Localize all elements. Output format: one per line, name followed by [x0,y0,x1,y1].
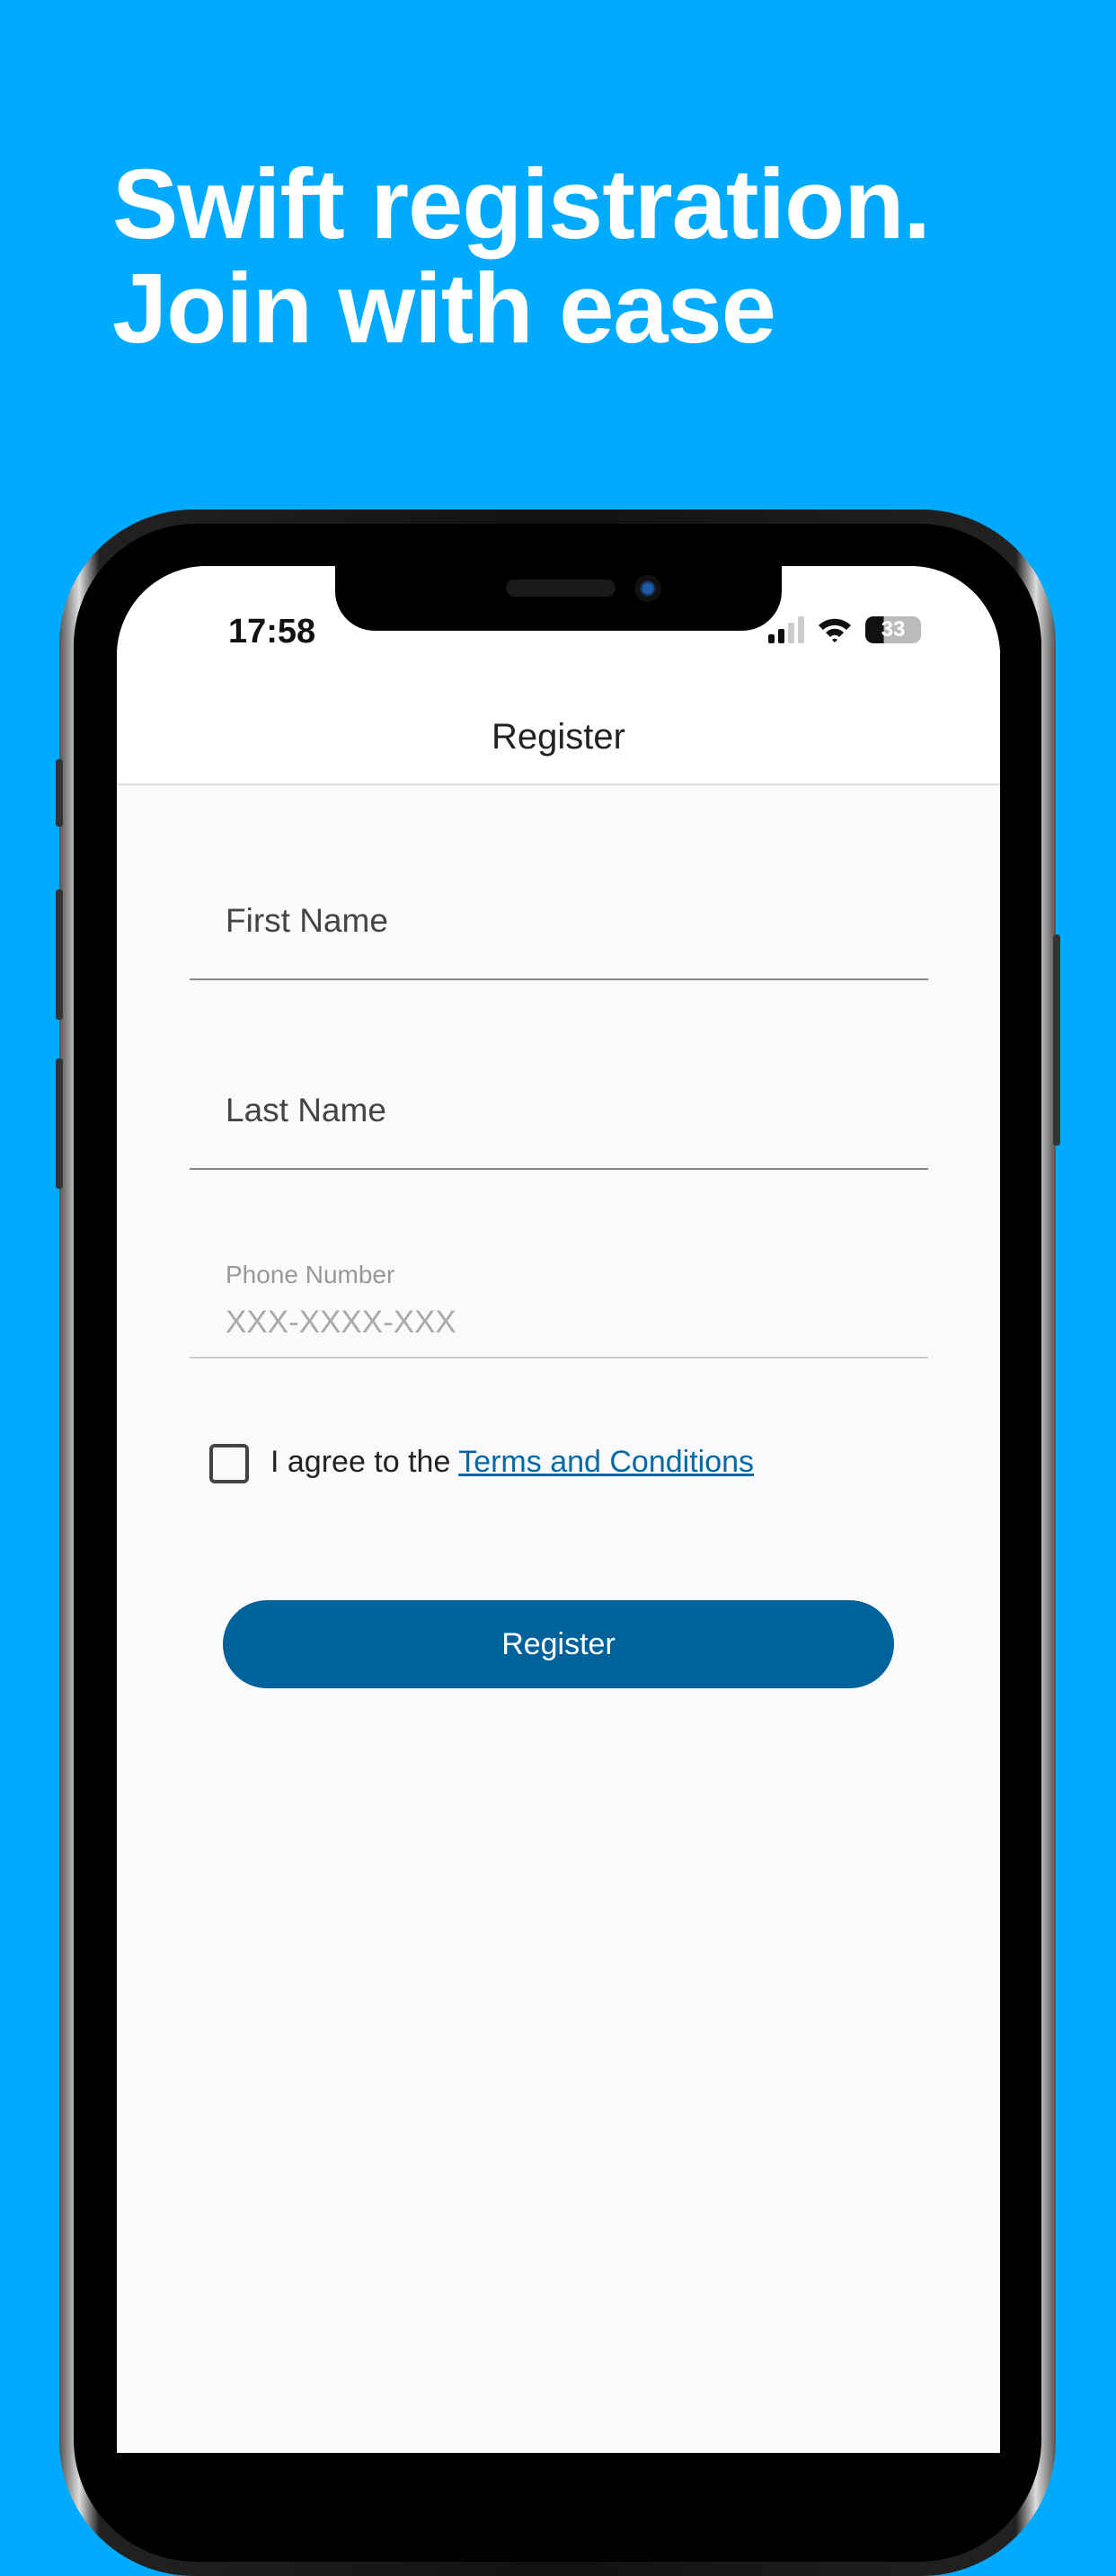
phone-number-field[interactable]: Phone Number XXX-XXXX-XXX [190,1249,928,1359]
headline: Swift registration. Join with ease [112,149,931,364]
first-name-field[interactable]: First Name [190,872,928,980]
status-time: 17:58 [228,613,316,651]
headline-line-2: Join with ease [112,253,776,364]
camera [634,575,661,602]
nav-bar: Register [117,692,1000,785]
cellular-signal-icon [768,616,804,643]
notch [335,566,782,631]
wifi-icon [819,618,851,642]
headline-line-1: Swift registration. [112,149,931,260]
app-screen: 17:58 33 Register First Name Last Name P… [117,566,1000,2453]
page-title: Register [492,717,625,757]
agree-text: I agree to the [270,1445,459,1479]
phone-number-placeholder: XXX-XXXX-XXX [226,1305,456,1340]
phone-number-label: Phone Number [226,1261,395,1288]
speaker [506,580,616,597]
register-button[interactable]: Register [223,1600,894,1688]
first-name-placeholder: First Name [226,902,388,939]
battery-icon: 33 [865,616,921,643]
terms-link[interactable]: Terms and Conditions [458,1445,754,1479]
mute-switch [56,759,63,827]
terms-checkbox[interactable] [209,1444,249,1483]
terms-agreement: I agree to the Terms and Conditions [270,1445,754,1480]
last-name-field[interactable]: Last Name [190,1060,928,1170]
volume-up-button [56,890,63,1020]
power-button [1053,934,1060,1146]
last-name-placeholder: Last Name [226,1092,386,1129]
volume-down-button [56,1058,63,1189]
